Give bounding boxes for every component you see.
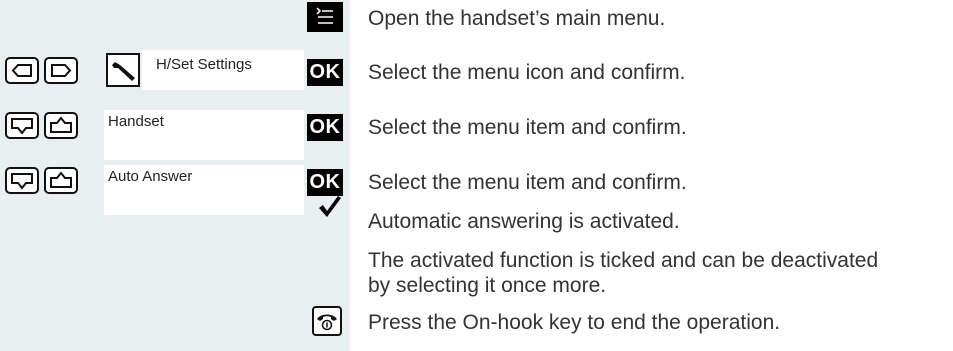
- note-line-2: by selecting it once more.: [368, 274, 607, 297]
- step-activated-text: Automatic answering is activated.: [368, 210, 680, 233]
- handset-label: Handset: [108, 113, 164, 130]
- on-hook-key-icon[interactable]: [312, 306, 342, 336]
- nav-up-icon[interactable]: [44, 112, 78, 139]
- wrench-icon: [106, 53, 140, 87]
- ok-button-auto-answer[interactable]: OK: [307, 169, 343, 196]
- nav-up-icon[interactable]: [44, 167, 78, 194]
- auto-answer-label: Auto Answer: [108, 168, 193, 185]
- step-settings-text: Select the menu icon and confirm.: [368, 61, 686, 84]
- nav-left-icon[interactable]: [5, 57, 39, 84]
- checkmark-icon: [316, 193, 342, 224]
- ok-button-settings[interactable]: OK: [307, 59, 343, 86]
- step-end-text: Press the On-hook key to end the operati…: [368, 311, 781, 334]
- step-handset-text: Select the menu item and confirm.: [368, 116, 687, 139]
- nav-down-icon[interactable]: [5, 112, 39, 139]
- step-auto-answer-text: Select the menu item and confirm.: [368, 171, 687, 194]
- settings-label: H/Set Settings: [156, 56, 252, 73]
- settings-menu-label-box: H/Set Settings: [142, 50, 304, 90]
- main-menu-icon[interactable]: [307, 2, 343, 32]
- step-menu-text: Open the handset’s main menu.: [368, 7, 666, 30]
- auto-answer-menu-label-box: Auto Answer: [104, 165, 304, 215]
- ok-button-handset[interactable]: OK: [307, 114, 343, 141]
- nav-right-icon[interactable]: [44, 57, 78, 84]
- handset-menu-label-box: Handset: [104, 110, 304, 160]
- nav-down-icon[interactable]: [5, 167, 39, 194]
- note-line-1: The activated function is ticked and can…: [368, 249, 879, 272]
